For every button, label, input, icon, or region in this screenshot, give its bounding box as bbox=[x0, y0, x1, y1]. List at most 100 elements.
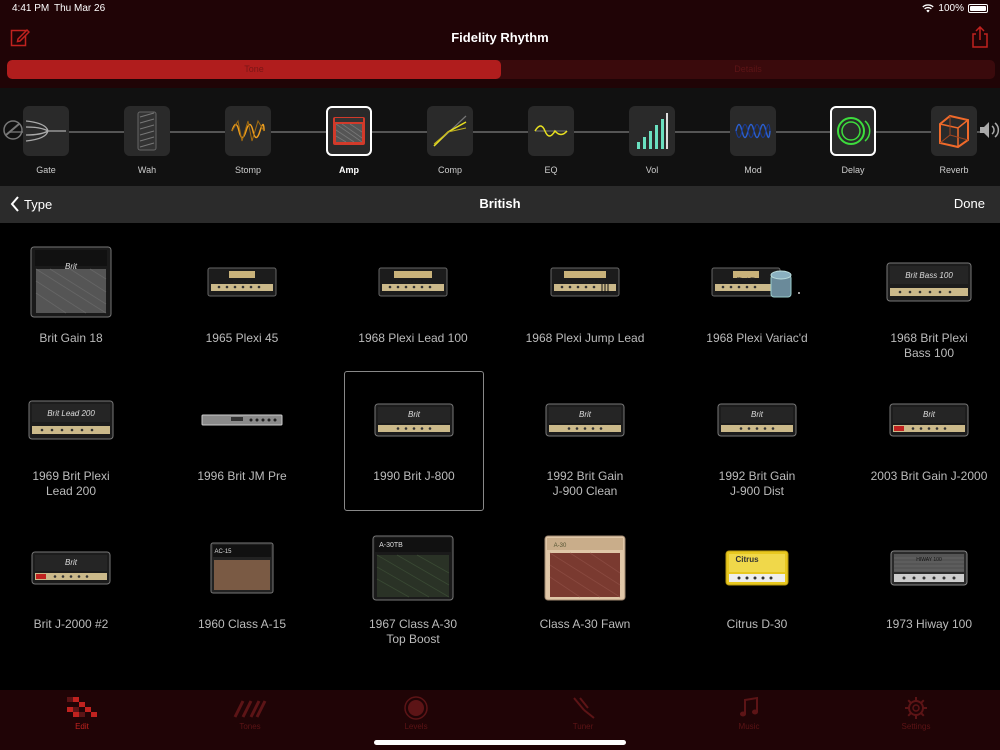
chain-label-reverb: Reverb bbox=[939, 165, 969, 175]
amp-tile[interactable]: Plexi 45 1968 Plexi Variac'd bbox=[687, 234, 827, 374]
amp-tile[interactable]: Super Lead 100 1968 Plexi Lead 100 bbox=[343, 234, 483, 374]
amp-name: Citrus D-30 bbox=[726, 617, 788, 631]
chain-amp[interactable] bbox=[326, 106, 372, 156]
amp-name: 1968 Plexi Variac'd bbox=[706, 331, 808, 345]
amp-tile[interactable]: AC-15 1960 Class A-15 bbox=[172, 520, 312, 660]
chain-stomp[interactable] bbox=[225, 106, 271, 156]
signal-chain: Gate Wah Stomp Amp Comp EQ Vol Mod Delay… bbox=[0, 88, 1000, 186]
amp-tile[interactable]: A-30 Class A-30 Fawn bbox=[515, 520, 655, 660]
levels-icon bbox=[404, 696, 428, 720]
amp-tile[interactable]: Plexi 45 1965 Plexi 45 bbox=[172, 234, 312, 374]
amp-tile[interactable]: Citrus Citrus D-30 bbox=[687, 520, 827, 660]
amp-tile[interactable]: Brit 2003 Brit Gain J-2000 bbox=[859, 372, 999, 512]
chain-mod[interactable] bbox=[730, 106, 776, 156]
tones-icon bbox=[233, 700, 267, 718]
amp-tile[interactable]: A-30TB 1967 Class A-30 Top Boost bbox=[343, 520, 483, 660]
home-indicator bbox=[374, 740, 626, 745]
chain-reverb[interactable] bbox=[931, 106, 977, 156]
amp-tile[interactable]: Brit Lead 200 1969 Brit Plexi Lead 200 bbox=[1, 372, 141, 512]
chain-wah[interactable] bbox=[124, 106, 170, 156]
amp-plate: Brit bbox=[408, 410, 420, 419]
chain-label-delay: Delay bbox=[841, 165, 865, 175]
chain-comp[interactable] bbox=[427, 106, 473, 156]
segment-tone[interactable]: Tone bbox=[7, 60, 501, 79]
amp-name: 1967 Class A-30 Top Boost bbox=[368, 617, 458, 646]
amp-tile[interactable]: Brit 1992 Brit Gain J-900 Clean bbox=[515, 372, 655, 512]
type-title: British bbox=[479, 196, 521, 211]
chain-label-wah: Wah bbox=[137, 165, 157, 175]
gate-icon bbox=[26, 120, 66, 142]
tab-tones[interactable]: Tones bbox=[205, 696, 295, 731]
amp-name: 1968 Plexi Lead 100 bbox=[358, 331, 468, 345]
amp-tile[interactable]: HIWAY 100 1973 Hiway 100 bbox=[859, 520, 999, 660]
amp-plate: Brit bbox=[65, 262, 77, 271]
amp-name: 1968 Brit Plexi Bass 100 bbox=[890, 331, 968, 360]
battery-icon bbox=[968, 4, 988, 13]
amp-tile[interactable]: Brit Bass 100 1968 Brit Plexi Bass 100 bbox=[859, 234, 999, 374]
music-icon bbox=[740, 696, 758, 717]
edit-grid-icon bbox=[67, 697, 97, 717]
tab-settings[interactable]: Settings bbox=[871, 696, 961, 731]
amp-plate: Brit Bass 100 bbox=[905, 271, 953, 280]
amp-name: 1996 Brit JM Pre bbox=[197, 469, 287, 483]
share-icon[interactable] bbox=[970, 26, 990, 48]
done-button[interactable]: Done bbox=[954, 196, 985, 211]
rack-preamp-image bbox=[201, 414, 283, 426]
amp-plate: Jumped Lead 100 bbox=[564, 279, 606, 285]
tab-label: Tuner bbox=[572, 722, 594, 731]
amp-name: 1969 Brit Plexi Lead 200 bbox=[32, 469, 110, 498]
amp-tile-selected[interactable]: Brit 1990 Brit J-800 bbox=[344, 371, 484, 511]
chevron-left-icon bbox=[10, 196, 19, 212]
chain-delay[interactable] bbox=[830, 106, 876, 156]
chain-eq[interactable] bbox=[528, 106, 574, 156]
amp-head-image bbox=[717, 403, 797, 437]
amp-plate: A-30TB bbox=[379, 542, 403, 549]
amp-plate: Plexi 45 bbox=[737, 277, 755, 283]
amp-name: 1990 Brit J-800 bbox=[373, 469, 455, 483]
amp-plate: Citrus bbox=[735, 555, 759, 564]
tab-tuner[interactable]: Tuner bbox=[538, 696, 628, 731]
page-title: Fidelity Rhythm bbox=[451, 30, 549, 45]
chain-gate[interactable] bbox=[23, 106, 69, 156]
amp-name: Class A-30 Fawn bbox=[539, 617, 631, 631]
battery-percent: 100% bbox=[938, 3, 964, 14]
tuner-icon bbox=[573, 697, 595, 719]
segment-details[interactable]: Details bbox=[501, 60, 995, 79]
amp-name: Brit Gain 18 bbox=[39, 331, 103, 345]
combo-amp-image bbox=[30, 246, 112, 318]
tab-music[interactable]: Music bbox=[704, 696, 794, 731]
back-label: Type bbox=[24, 196, 53, 212]
chain-label-vol: Vol bbox=[645, 165, 659, 175]
tab-label: Levels bbox=[404, 722, 428, 731]
vol-icon bbox=[637, 113, 668, 149]
amp-head-image bbox=[890, 550, 968, 586]
tab-label: Settings bbox=[901, 722, 931, 731]
chain-label-gate: Gate bbox=[36, 165, 56, 175]
amp-tile[interactable]: Brit 1992 Brit Gain J-900 Dist bbox=[687, 372, 827, 512]
amp-name: 1992 Brit Gain J-900 Clean bbox=[546, 469, 624, 498]
tab-levels[interactable]: Levels bbox=[371, 696, 461, 731]
amp-tile[interactable]: Brit Brit Gain 18 bbox=[1, 234, 141, 374]
guitar-input-icon bbox=[3, 120, 23, 140]
speaker-output-icon bbox=[980, 122, 1000, 138]
chain-label-stomp: Stomp bbox=[234, 165, 261, 175]
amp-head-image bbox=[31, 551, 111, 585]
delay-icon bbox=[837, 117, 871, 145]
status-date: Thu Mar 26 bbox=[54, 3, 106, 14]
amp-plate: Brit bbox=[579, 410, 591, 419]
amp-plate: AC-15 bbox=[214, 549, 232, 555]
back-button[interactable]: Type bbox=[10, 196, 52, 212]
amp-icon bbox=[333, 117, 365, 145]
amp-tile[interactable]: 1996 Brit JM Pre bbox=[172, 372, 312, 512]
chain-vol[interactable] bbox=[629, 106, 675, 156]
tab-edit[interactable]: Edit bbox=[37, 696, 127, 731]
amp-name: 1960 Class A-15 bbox=[197, 617, 287, 631]
amp-tile[interactable]: Brit Brit J-2000 #2 bbox=[1, 520, 141, 660]
amp-name: 1965 Plexi 45 bbox=[205, 331, 279, 345]
comp-icon bbox=[433, 115, 467, 147]
tab-label: Music bbox=[738, 722, 760, 731]
amp-plate: Brit bbox=[751, 410, 763, 419]
amp-plate: HIWAY 100 bbox=[916, 557, 942, 563]
type-bar: Type British Done bbox=[0, 186, 1000, 223]
amp-tile[interactable]: Jumped Lead 100 1968 Plexi Jump Lead bbox=[515, 234, 655, 374]
